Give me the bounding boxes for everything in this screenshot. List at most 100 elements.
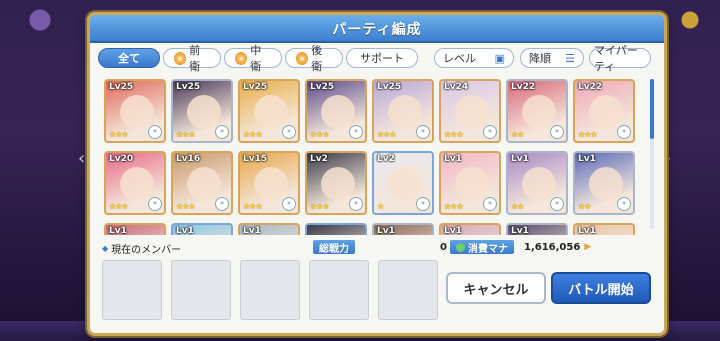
character-level: Lv24 [444,82,469,92]
character-level: Lv16 [176,154,201,164]
position-arrow-icon: » [148,125,162,139]
character-card[interactable]: » [305,223,367,235]
chevron-left-icon[interactable]: ‹ [78,150,85,168]
character-card[interactable]: Lv2 ★ » [372,151,434,215]
character-card[interactable]: Lv25 ★★★ » [171,79,233,143]
character-level: Lv25 [377,82,402,92]
total-power: 総戦力 0 [313,240,447,255]
star-rating-icon: ★★★ [578,130,597,139]
party-slot-5[interactable] [378,260,438,320]
battle-start-button[interactable]: バトル開始 [551,272,651,304]
character-card[interactable]: Lv25 ★★★ » [372,79,434,143]
character-card[interactable]: Lv22 ★★★ » [573,79,635,143]
star-rating-icon: ★★★ [243,202,262,211]
character-portrait [120,95,154,129]
mana-cost-label: 消費マナ [450,240,514,255]
total-power-label: 総戦力 [313,240,355,255]
dialog-title: パーティ編成 [332,22,422,38]
character-card[interactable]: Lv1» [171,223,233,235]
mana-cost: 消費マナ 1,616,056 ▶ [450,240,644,255]
character-level: Lv25 [243,82,268,92]
current-members-label: ◆ 現在のメンバー [102,243,182,256]
character-card[interactable]: Lv1» [238,223,300,235]
character-level: Lv1 [444,226,462,235]
character-card[interactable]: Lv1 ★★ » [506,151,568,215]
character-card[interactable]: Lv1» [372,223,434,235]
tab-middle[interactable]: » 中衛 [224,44,282,73]
party-slot-1[interactable] [102,260,162,320]
tab-all[interactable]: 全て [98,48,160,68]
character-card[interactable]: Lv1» [506,223,568,235]
cancel-button[interactable]: キャンセル [446,272,546,304]
character-level: Lv22 [578,82,603,92]
character-card[interactable]: Lv20 ★★★ » [104,151,166,215]
character-portrait [321,95,355,129]
star-rating-icon: ★★★ [109,202,128,211]
character-level: Lv1 [377,226,395,235]
sort-key-dropdown[interactable]: レベル ▣ [434,48,514,68]
character-card[interactable]: Lv1 ★★ » [573,151,635,215]
tab-label: サポート [360,52,404,65]
character-card[interactable]: Lv1 ★★★ » [439,151,501,215]
star-rating-icon: ★★★ [310,130,329,139]
character-level: Lv1 [109,226,127,235]
character-card[interactable]: Lv1» [573,223,635,235]
my-party-button[interactable]: マイパーティ [589,44,651,73]
character-level: Lv25 [310,82,335,92]
party-slot-3[interactable] [240,260,300,320]
character-level: Lv1 [243,226,261,235]
sort-key-label: レベル [443,52,476,65]
tab-label: 中衛 [250,44,262,73]
character-portrait [254,95,288,129]
position-arrow-icon: » [148,197,162,211]
character-portrait [522,167,556,201]
character-level: Lv15 [243,154,268,164]
character-portrait [589,167,623,201]
party-slot-2[interactable] [171,260,231,320]
sort-toggle-icon: ▣ [494,51,505,65]
character-card[interactable]: Lv16 ★★★ » [171,151,233,215]
character-portrait [187,95,221,129]
star-rating-icon: ★ [377,202,384,211]
sort-order-label: 降順 [529,52,551,65]
character-portrait [388,167,422,201]
character-card[interactable]: Lv1» [439,223,501,235]
position-icon: » [174,51,187,65]
tab-front[interactable]: » 前衛 [163,44,221,73]
character-card[interactable]: Lv1» [104,223,166,235]
character-portrait [522,95,556,129]
character-level: Lv20 [109,154,134,164]
position-arrow-icon: » [416,125,430,139]
position-icon: » [296,51,309,65]
party-info-bar: ◆ 現在のメンバー 総戦力 0 消費マナ 1,616,056 ▶ [98,240,654,256]
position-arrow-icon: » [349,197,363,211]
character-card[interactable]: Lv25 ★★★ » [238,79,300,143]
character-portrait [254,167,288,201]
character-level: Lv2 [377,154,395,164]
position-arrow-icon: » [282,197,296,211]
character-level: Lv1 [176,226,194,235]
party-slots [102,260,438,320]
character-card[interactable]: Lv15 ★★★ » [238,151,300,215]
character-card[interactable]: Lv2 ★★★ » [305,151,367,215]
star-rating-icon: ★★★ [176,202,195,211]
character-level: Lv22 [511,82,536,92]
position-arrow-icon: » [282,125,296,139]
star-rating-icon: ★★★ [109,130,128,139]
star-rating-icon: ★★★ [243,130,262,139]
character-card[interactable]: Lv22 ★★ » [506,79,568,143]
star-rating-icon: ★★★ [310,202,329,211]
character-card[interactable]: Lv24 ★★★ » [439,79,501,143]
my-party-label: マイパーティ [594,44,638,73]
tab-label: 前衛 [189,44,201,73]
position-arrow-icon: » [617,125,631,139]
star-rating-icon: ★★★ [444,202,463,211]
character-card[interactable]: Lv25 ★★★ » [104,79,166,143]
arrow-right-icon: ▶ [584,242,592,252]
party-slot-4[interactable] [309,260,369,320]
sort-order-button[interactable]: 降順 ☰ [520,48,584,68]
scrollbar-thumb[interactable] [650,79,654,139]
tab-support[interactable]: サポート [346,48,418,68]
tab-rear[interactable]: » 後衛 [285,44,343,73]
character-card[interactable]: Lv25 ★★★ » [305,79,367,143]
